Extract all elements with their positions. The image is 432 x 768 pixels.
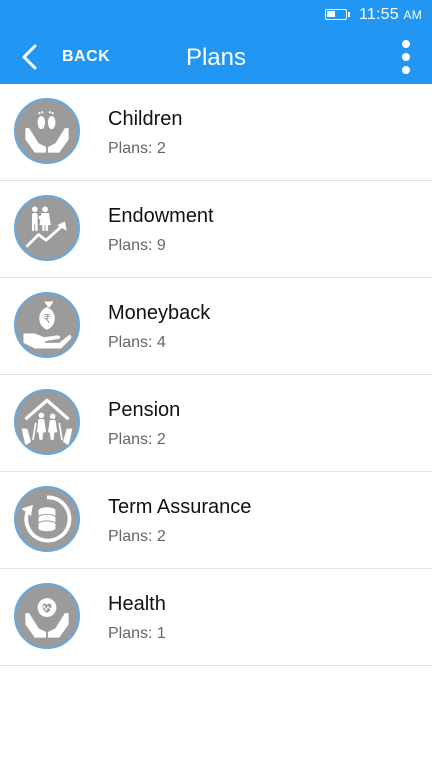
svg-text:₹: ₹ [43,312,51,326]
battery-icon [325,9,350,20]
plan-count: Plans: 9 [108,237,166,254]
back-button[interactable]: BACK [20,30,110,84]
plan-count: Plans: 1 [108,625,166,642]
plan-item-moneyback[interactable]: ₹ Moneyback Plans: 4 [0,278,432,375]
chevron-left-icon [22,44,37,70]
heart-hands-icon [14,583,80,649]
coins-cycle-icon [14,486,80,552]
overflow-menu-button[interactable] [396,39,416,75]
plan-name: Endowment [108,205,214,227]
money-bag-hand-icon: ₹ [14,292,80,358]
plan-list: Children Plans: 2 Endowment Plans: 9 ₹ M… [0,84,432,666]
baby-feet-hands-icon [14,98,80,164]
family-growth-icon [14,195,80,261]
plan-name: Health [108,593,166,615]
plan-count: Plans: 2 [108,528,166,545]
plan-item-pension[interactable]: Pension Plans: 2 [0,375,432,472]
back-label: BACK [62,48,111,65]
plan-name: Pension [108,399,181,421]
status-bar: 11:55 AM [0,0,432,30]
elderly-house-icon [14,389,80,455]
plan-item-term-assurance[interactable]: Term Assurance Plans: 2 [0,472,432,569]
plan-item-children[interactable]: Children Plans: 2 [0,84,432,181]
app-bar: BACK Plans [0,30,432,84]
plan-count: Plans: 2 [108,140,166,157]
plan-count: Plans: 4 [108,334,166,351]
plan-item-health[interactable]: Health Plans: 1 [0,569,432,666]
plan-item-endowment[interactable]: Endowment Plans: 9 [0,181,432,278]
plan-name: Children [108,108,183,130]
plan-name: Term Assurance [108,496,252,518]
plan-count: Plans: 2 [108,431,166,448]
plan-name: Moneyback [108,302,211,324]
status-time: 11:55 AM [359,6,422,23]
